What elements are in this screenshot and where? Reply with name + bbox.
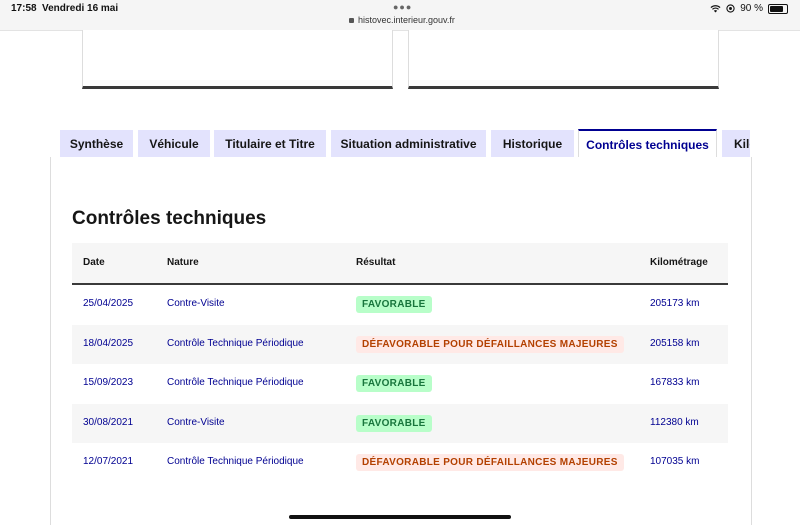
row-nature: Contre-Visite <box>167 298 225 309</box>
tab-vehicule[interactable]: Véhicule <box>138 130 210 157</box>
tab-historique[interactable]: Historique <box>491 130 574 157</box>
tab-titulaire-et-titre[interactable]: Titulaire et Titre <box>214 130 326 157</box>
address-bar[interactable]: histovec.interieur.gouv.fr <box>349 15 455 25</box>
result-badge: FAVORABLE <box>356 414 432 432</box>
info-card-left <box>82 30 393 89</box>
table-row: 12/07/2021 Contrôle Technique Périodique… <box>72 443 728 483</box>
table-header: Date Nature Résultat Kilométrage <box>72 243 728 285</box>
tab-controles-techniques[interactable]: Contrôles techniques <box>578 129 717 157</box>
column-header-kilometrage: Kilométrage <box>650 257 708 268</box>
column-header-resultat: Résultat <box>356 257 396 268</box>
row-date: 25/04/2025 <box>83 298 134 309</box>
location-icon <box>726 4 735 13</box>
status-time: 17:58 <box>11 3 37 14</box>
status-date: Vendredi 16 mai <box>42 3 119 14</box>
address-url: histovec.interieur.gouv.fr <box>358 15 455 25</box>
column-header-nature: Nature <box>167 257 199 268</box>
table-row: 25/04/2025 Contre-Visite FAVORABLE 20517… <box>72 285 728 325</box>
row-date: 30/08/2021 <box>83 416 134 428</box>
result-badge: FAVORABLE <box>356 375 432 393</box>
row-km: 112380 km <box>650 416 699 428</box>
row-nature: Contrôle Technique Périodique <box>167 337 304 349</box>
row-nature: Contrôle Technique Périodique <box>167 456 304 468</box>
row-km: 107035 km <box>650 456 700 468</box>
controles-table: Date Nature Résultat Kilométrage 25/04/2… <box>72 243 728 483</box>
battery-percent: 90 % <box>740 3 763 14</box>
column-header-date: Date <box>83 257 105 268</box>
tab-bar: Synthèse Véhicule Titulaire et Titre Sit… <box>60 129 750 157</box>
home-indicator[interactable] <box>289 515 511 519</box>
row-km: 205158 km <box>650 337 700 349</box>
tab-synthese[interactable]: Synthèse <box>60 130 133 157</box>
wifi-icon <box>710 5 721 13</box>
section-title: Contrôles techniques <box>72 208 267 229</box>
info-card-right <box>408 30 719 89</box>
row-nature: Contrôle Technique Périodique <box>167 377 304 389</box>
lock-icon <box>349 18 354 23</box>
table-row: 15/09/2023 Contrôle Technique Périodique… <box>72 364 728 404</box>
multitasking-dots-icon[interactable]: ●●● <box>393 2 412 12</box>
battery-level <box>770 5 783 12</box>
tab-kilometrage[interactable]: Kilométrage <box>722 130 750 157</box>
row-date: 18/04/2025 <box>83 337 134 349</box>
row-date: 15/09/2023 <box>83 377 134 389</box>
row-km: 167833 km <box>650 377 700 389</box>
result-badge: DÉFAVORABLE POUR DÉFAILLANCES MAJEURES <box>356 454 624 472</box>
row-km: 205173 km <box>650 298 700 309</box>
battery-icon <box>768 3 788 14</box>
row-date: 12/07/2021 <box>83 456 134 468</box>
row-nature: Contre-Visite <box>167 416 225 428</box>
result-badge: DÉFAVORABLE POUR DÉFAILLANCES MAJEURES <box>356 335 624 353</box>
table-row: 30/08/2021 Contre-Visite FAVORABLE 11238… <box>72 403 728 444</box>
table-row: 18/04/2025 Contrôle Technique Périodique… <box>72 324 728 365</box>
status-bar: 17:58 Vendredi 16 mai ●●● histovec.inter… <box>0 0 800 31</box>
tab-situation-administrative[interactable]: Situation administrative <box>331 130 486 157</box>
result-badge: FAVORABLE <box>356 296 432 313</box>
status-indicators: 90 % <box>710 3 788 14</box>
